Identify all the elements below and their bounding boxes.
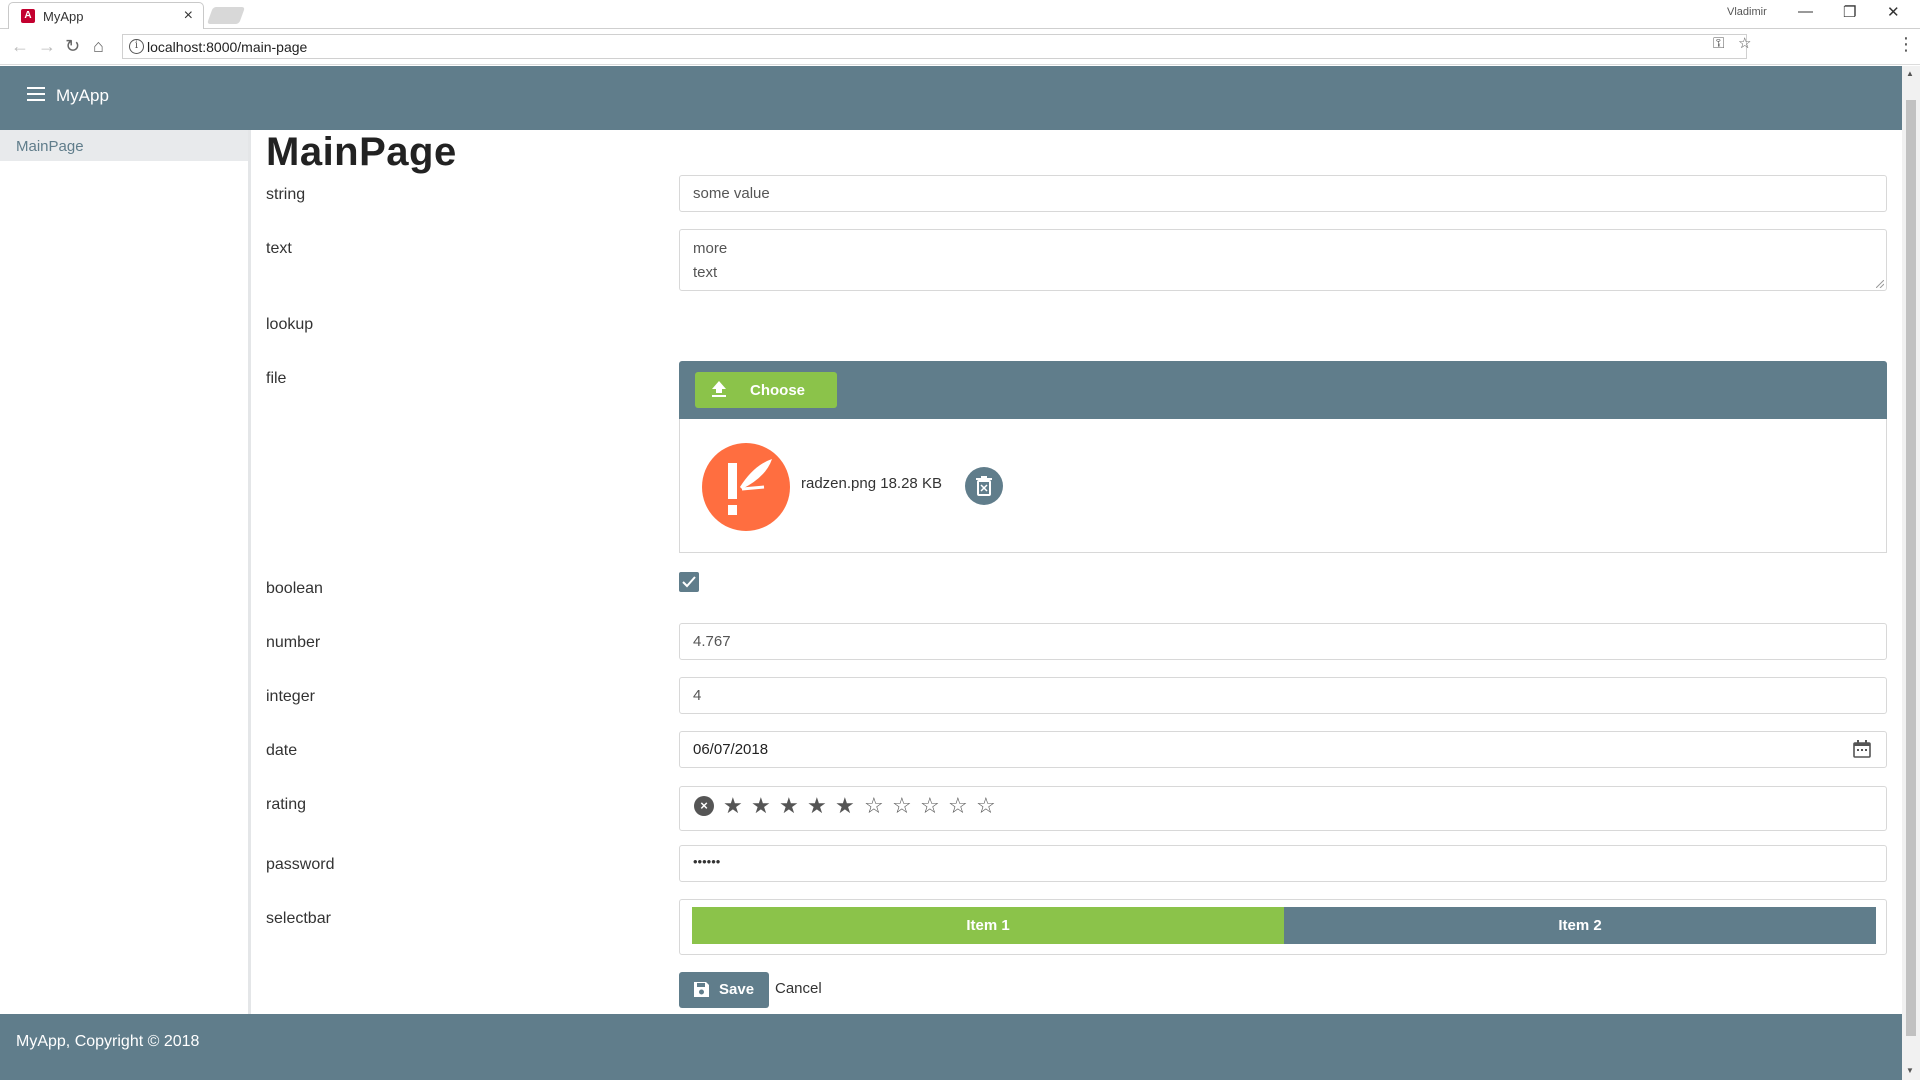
rating-label: rating (266, 796, 307, 813)
selectbar-label: selectbar (266, 910, 331, 927)
browser-tab[interactable]: A MyApp × (8, 2, 204, 29)
tab-close-icon[interactable]: × (184, 7, 193, 25)
star-empty-icon[interactable]: ☆ (892, 794, 912, 818)
file-thumbnail (702, 443, 790, 531)
browser-toolbar: ← → ↻ ⌂ i localhost:8000/main-page ⚿ ☆ ⋮ (0, 29, 1920, 65)
choose-label: Choose (750, 382, 806, 399)
string-value: some value (693, 185, 770, 202)
save-icon (694, 982, 709, 997)
url-text: localhost:8000/main-page (147, 39, 308, 55)
resize-handle-icon[interactable] (1876, 280, 1884, 288)
app-header: MyApp (0, 66, 1902, 130)
file-name: radzen.png 18.28 KB (801, 475, 942, 492)
tab-title: MyApp (43, 9, 84, 24)
footer-text: MyApp, Copyright © 2018 (16, 1033, 200, 1050)
integer-label: integer (266, 688, 315, 705)
star-filled-icon[interactable]: ★ (723, 794, 743, 818)
number-value: 4.767 (693, 633, 731, 650)
text-textarea[interactable]: more text (679, 229, 1887, 291)
star-empty-icon[interactable]: ☆ (948, 794, 968, 818)
date-label: date (266, 742, 298, 759)
date-value: 06/07/2018 (693, 741, 769, 758)
page-scrollbar[interactable]: ▲ ▼ (1902, 66, 1920, 1080)
menu-toggle-icon[interactable] (27, 87, 45, 101)
restore-icon[interactable]: ❐ (1843, 3, 1856, 21)
save-label: Save (719, 981, 755, 998)
password-input[interactable]: •••••• (679, 845, 1887, 882)
text-line-1: more (693, 240, 728, 257)
home-icon[interactable]: ⌂ (93, 36, 104, 57)
lookup-label: lookup (266, 316, 314, 333)
file-upload-header: Choose (679, 361, 1887, 419)
calendar-icon[interactable] (1852, 739, 1872, 759)
choose-file-button[interactable]: Choose (695, 372, 837, 408)
star-filled-icon[interactable]: ★ (807, 794, 827, 818)
string-input[interactable]: some value (679, 175, 1887, 212)
star-empty-icon[interactable]: ☆ (976, 794, 996, 818)
star-filled-icon[interactable]: ★ (835, 794, 855, 818)
app-title: MyApp (56, 86, 109, 105)
address-bar[interactable]: i localhost:8000/main-page ⚿ ☆ (122, 34, 1751, 59)
reload-icon[interactable]: ↻ (65, 36, 80, 57)
main-content: MainPage string some value text more tex… (266, 130, 1887, 1014)
text-label: text (266, 240, 292, 257)
string-label: string (266, 186, 306, 203)
close-window-icon[interactable]: ✕ (1887, 3, 1900, 21)
integer-input[interactable]: 4 (679, 677, 1887, 714)
bookmark-star-icon[interactable]: ☆ (1738, 34, 1751, 52)
star-filled-icon[interactable]: ★ (751, 794, 771, 818)
scroll-thumb[interactable] (1906, 100, 1916, 1036)
password-label: password (266, 856, 335, 873)
save-button[interactable]: Save (679, 972, 769, 1008)
text-line-2: text (693, 264, 718, 281)
info-icon[interactable]: i (129, 39, 144, 54)
check-icon (682, 576, 696, 588)
sidebar: MainPage (0, 130, 251, 1014)
sidebar-item-mainpage[interactable]: MainPage (0, 130, 248, 161)
sidebar-item-label: MainPage (16, 138, 84, 155)
star-empty-icon[interactable]: ☆ (920, 794, 940, 818)
star-empty-icon[interactable]: ☆ (864, 794, 884, 818)
page-title: MainPage (266, 130, 457, 174)
browser-menu-icon[interactable]: ⋮ (1897, 34, 1915, 55)
password-value: •••••• (693, 854, 721, 869)
boolean-checkbox[interactable] (679, 572, 699, 592)
minimize-icon[interactable]: — (1798, 3, 1813, 20)
cancel-button[interactable]: Cancel (775, 980, 822, 997)
app-footer: MyApp, Copyright © 2018 (0, 1014, 1902, 1080)
number-label: number (266, 634, 321, 651)
star-filled-icon[interactable]: ★ (779, 794, 799, 818)
integer-value: 4 (693, 687, 702, 704)
date-picker[interactable]: 06/07/2018 (679, 731, 1887, 768)
scroll-down-icon[interactable]: ▼ (1906, 1066, 1914, 1075)
selectbar-item-2[interactable]: Item 2 (1284, 907, 1876, 944)
browser-tabstrip: A MyApp × Vladimir — ❐ ✕ (0, 0, 1920, 29)
upload-icon (712, 381, 726, 397)
forward-icon[interactable]: → (38, 36, 56, 57)
rating-control: × ★ ★ ★ ★ ★ ☆ ☆ ☆ ☆ ☆ (679, 786, 1887, 831)
selectbar: Item 1 Item 2 (679, 899, 1887, 955)
boolean-label: boolean (266, 580, 323, 597)
new-tab-button[interactable] (206, 7, 246, 24)
window-user[interactable]: Vladimir (1727, 6, 1767, 18)
trash-icon (976, 476, 992, 496)
number-input[interactable]: 4.767 (679, 623, 1887, 660)
angular-icon: A (21, 9, 35, 23)
scroll-up-icon[interactable]: ▲ (1906, 69, 1914, 78)
selectbar-item-1[interactable]: Item 1 (692, 907, 1284, 944)
file-upload-body: radzen.png 18.28 KB (679, 419, 1887, 553)
back-icon[interactable]: ← (11, 36, 29, 57)
remove-file-button[interactable] (965, 467, 1003, 505)
key-icon[interactable]: ⚿ (1713, 35, 1724, 52)
file-label: file (266, 370, 287, 387)
radzen-logo-icon (728, 459, 772, 515)
clear-rating-icon[interactable]: × (694, 796, 714, 816)
